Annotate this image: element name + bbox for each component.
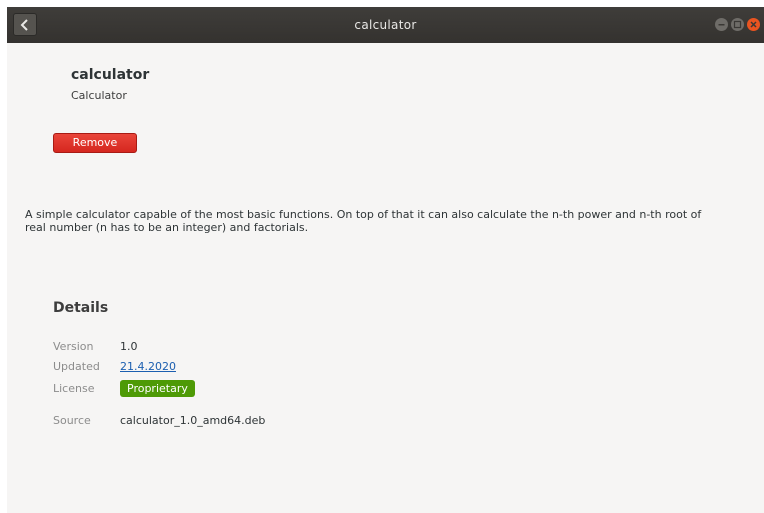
license-label: License	[53, 382, 95, 395]
app-name: calculator	[71, 67, 150, 83]
updated-label: Updated	[53, 360, 100, 373]
close-icon	[750, 21, 757, 28]
minimize-button[interactable]	[715, 18, 728, 31]
title-bar: calculator	[7, 7, 764, 43]
app-description: A simple calculator capable of the most …	[25, 208, 702, 234]
window-title: calculator	[354, 18, 417, 32]
source-label: Source	[53, 414, 91, 427]
license-badge[interactable]: Proprietary	[120, 380, 195, 397]
updated-link[interactable]: 21.4.2020	[120, 360, 176, 373]
version-label: Version	[53, 340, 94, 353]
version-value: 1.0	[120, 340, 138, 353]
details-heading: Details	[53, 300, 109, 316]
maximize-icon	[733, 20, 742, 29]
remove-button[interactable]: Remove	[53, 133, 137, 153]
maximize-button[interactable]	[731, 18, 744, 31]
close-button[interactable]	[747, 18, 760, 31]
app-summary: Calculator	[71, 89, 127, 102]
source-value: calculator_1.0_amd64.deb	[120, 414, 266, 427]
app-window: calculator calculator Calculator Remove …	[7, 7, 764, 513]
minimize-icon	[718, 24, 725, 26]
updated-date[interactable]: 21.4.2020	[120, 360, 176, 373]
